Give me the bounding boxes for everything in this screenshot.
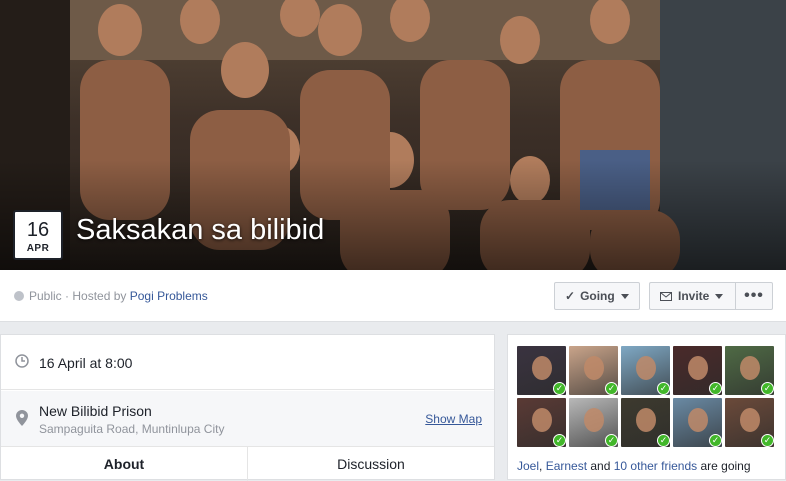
event-time-row: 16 April at 8:00 xyxy=(1,335,494,390)
event-location-row[interactable]: New Bilibid Prison Sampaguita Road, Munt… xyxy=(1,391,494,447)
going-check-icon: ✓ xyxy=(761,434,774,447)
location-name: New Bilibid Prison xyxy=(39,403,152,419)
going-check-icon: ✓ xyxy=(709,434,722,447)
map-pin-icon xyxy=(16,410,28,426)
avatar-face xyxy=(688,408,708,432)
friend-avatar[interactable]: ✓ xyxy=(725,346,774,395)
avatar-face xyxy=(584,408,604,432)
invite-button[interactable]: Invite xyxy=(649,282,736,310)
privacy-label: Public xyxy=(29,289,62,303)
clock-icon xyxy=(15,354,29,368)
going-button[interactable]: ✓ Going xyxy=(554,282,640,310)
and-text: and xyxy=(587,459,614,473)
avatar-face xyxy=(532,408,552,432)
friend-avatar[interactable]: ✓ xyxy=(673,346,722,395)
chevron-down-icon xyxy=(715,293,724,299)
event-privacy-host: Public · Hosted by Pogi Problems xyxy=(14,289,208,303)
going-check-icon: ✓ xyxy=(553,382,566,395)
going-check-icon: ✓ xyxy=(605,434,618,447)
avatar-face xyxy=(584,356,604,380)
friend-link[interactable]: Joel xyxy=(517,459,539,473)
other-friends-link[interactable]: 10 other friends xyxy=(614,459,697,473)
friend-avatar[interactable]: ✓ xyxy=(517,346,566,395)
hosted-by-label: · Hosted by xyxy=(61,289,130,303)
more-icon: ••• xyxy=(744,287,764,304)
globe-icon xyxy=(14,291,24,301)
invite-label: Invite xyxy=(678,289,710,303)
comma-separator: , xyxy=(539,459,546,473)
tab-discussion[interactable]: Discussion xyxy=(248,447,494,481)
avatar-face xyxy=(636,356,656,380)
avatar-face xyxy=(636,408,656,432)
friend-avatar[interactable]: ✓ xyxy=(725,398,774,447)
going-check-icon: ✓ xyxy=(657,382,670,395)
more-options-button[interactable]: ••• xyxy=(735,282,773,310)
friend-avatar[interactable]: ✓ xyxy=(569,346,618,395)
event-tabs: About Discussion xyxy=(1,447,494,481)
chevron-down-icon xyxy=(620,293,629,299)
tab-about[interactable]: About xyxy=(1,447,248,481)
avatar-face xyxy=(688,356,708,380)
going-check-icon: ✓ xyxy=(605,382,618,395)
guests-card: ✓ ✓ ✓ ✓ ✓ ✓ ✓ ✓ ✓ ✓ Joel, Earnest and 10 other fr… xyxy=(507,334,786,480)
host-link[interactable]: Pogi Problems xyxy=(130,289,208,303)
going-check-icon: ✓ xyxy=(553,434,566,447)
friend-avatar[interactable]: ✓ xyxy=(517,398,566,447)
avatar-face xyxy=(740,408,760,432)
friend-avatar[interactable]: ✓ xyxy=(569,398,618,447)
friend-avatar[interactable]: ✓ xyxy=(673,398,722,447)
event-day: 16 xyxy=(26,219,50,241)
avatar-face xyxy=(740,356,760,380)
going-check-icon: ✓ xyxy=(761,382,774,395)
envelope-icon xyxy=(660,291,672,301)
friend-avatar[interactable]: ✓ xyxy=(621,346,670,395)
friends-going-summary: Joel, Earnest and 10 other friends are g… xyxy=(517,459,751,473)
going-label: Going xyxy=(580,289,615,303)
event-title: Saksakan sa bilibid xyxy=(76,214,325,246)
event-details-card: 16 April at 8:00 New Bilibid Prison Samp… xyxy=(0,334,495,481)
event-datetime: 16 April at 8:00 xyxy=(39,355,133,371)
event-month: APR xyxy=(26,243,50,254)
avatar-face xyxy=(532,356,552,380)
going-suffix: are going xyxy=(697,459,751,473)
going-check-icon: ✓ xyxy=(709,382,722,395)
event-date-badge: 16 APR xyxy=(13,210,63,260)
location-address: Sampaguita Road, Muntinlupa City xyxy=(39,422,225,436)
friend-link[interactable]: Earnest xyxy=(546,459,587,473)
friend-avatar[interactable]: ✓ xyxy=(621,398,670,447)
show-map-link[interactable]: Show Map xyxy=(425,412,482,426)
going-check-icon: ✓ xyxy=(657,434,670,447)
check-icon: ✓ xyxy=(565,289,576,303)
